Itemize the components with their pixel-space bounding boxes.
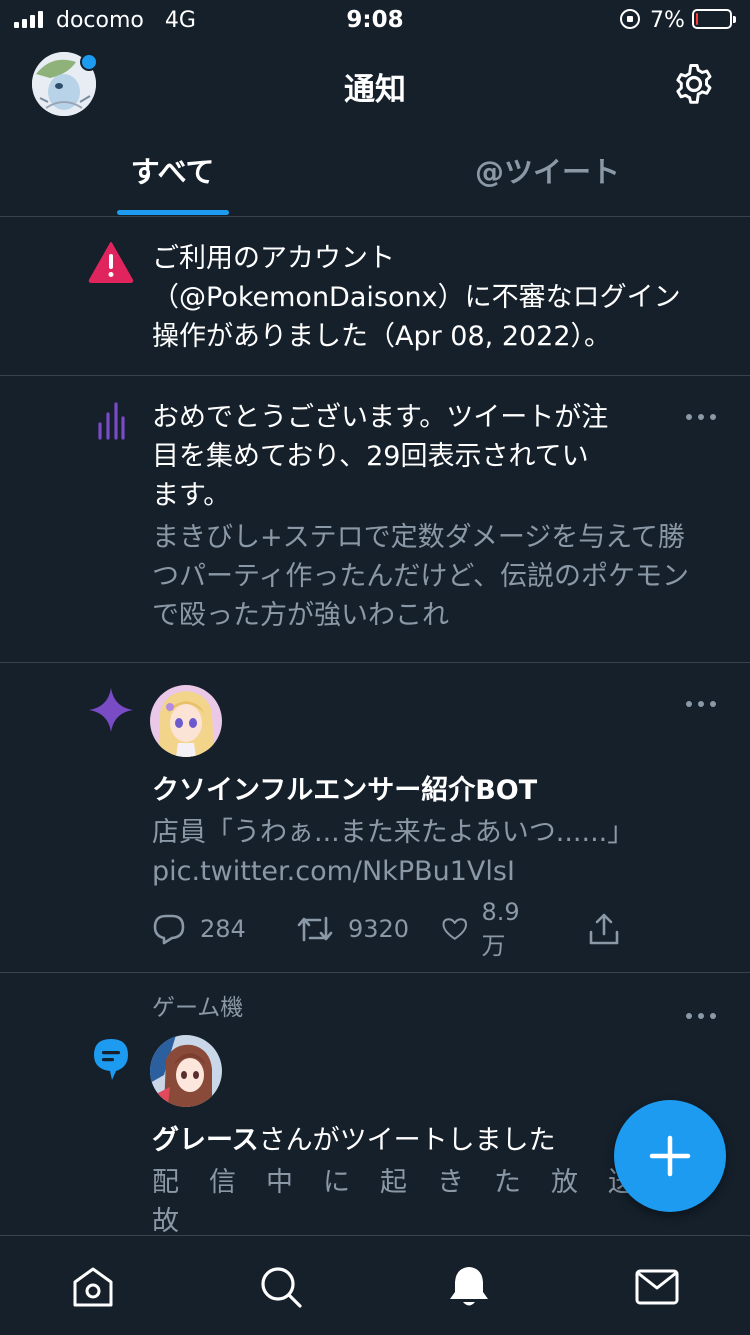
text-line: 操作がありました（Apr 08, 2022）。	[152, 321, 612, 352]
notification-recommended-tweet[interactable]: クソインフルエンサー紹介BOT 店員「うわぁ...また来たよあいつ......」…	[0, 663, 750, 973]
notification-tabs: すべて @ツイート	[0, 128, 750, 217]
tab-all[interactable]: すべて	[0, 128, 345, 216]
more-options-button[interactable]	[684, 1011, 718, 1021]
bell-icon[interactable]	[446, 1264, 492, 1310]
heart-icon	[442, 918, 467, 940]
analytics-icon	[98, 402, 125, 440]
text-line: まきびし+ステロで定数ダメージを与えて勝	[152, 522, 685, 553]
notification-title: グレースさんがツイートしました	[152, 1121, 556, 1160]
search-icon[interactable]	[258, 1264, 304, 1310]
share-icon	[589, 913, 619, 945]
like-count: 8.9万	[481, 897, 520, 960]
tweet-link[interactable]: pic.twitter.com/NkPBu1VlsI	[152, 852, 634, 891]
battery-percent: 7%	[650, 8, 685, 33]
compose-button[interactable]	[614, 1100, 726, 1212]
page-title: 通知	[344, 72, 406, 108]
gear-icon[interactable]	[670, 60, 718, 108]
notification-analytics[interactable]: おめでとうございます。ツイートが注 目を集めており、29回表示されてい ます。 …	[0, 376, 750, 663]
status-bar: docomo 4G 9:08 7%	[0, 0, 750, 42]
top-header: 通知	[0, 42, 750, 128]
tweet-preview: まきびし+ステロで定数ダメージを与えて勝 つパーティ作ったんだけど、伝説のポケモ…	[152, 518, 689, 635]
action-text: さんがツイートしました	[258, 1125, 556, 1156]
like-button[interactable]: 8.9万	[442, 898, 528, 960]
notification-text: おめでとうございます。ツイートが注 目を集めており、29回表示されてい ます。	[152, 398, 608, 515]
text-line: （@PokemonDaisonx）に不審なログイン	[152, 282, 681, 313]
account-name[interactable]: クソインフルエンサー紹介BOT	[152, 771, 537, 810]
bottom-nav	[0, 1235, 750, 1335]
tab-mentions[interactable]: @ツイート	[375, 128, 720, 216]
share-button[interactable]	[588, 909, 620, 949]
battery-fill	[696, 13, 698, 25]
topic-label: ゲーム機	[152, 995, 244, 1021]
text-line: ご利用のアカウント	[152, 243, 395, 274]
avatar[interactable]	[150, 685, 222, 757]
mail-icon[interactable]	[634, 1264, 680, 1310]
reply-button[interactable]: 284	[152, 909, 246, 949]
more-options-button[interactable]	[684, 412, 718, 422]
text-line: 店員「うわぁ...また来たよあいつ......」	[152, 817, 635, 848]
tweet-bubble-icon	[94, 1039, 128, 1080]
text-line: で殴った方が強いわこれ	[152, 600, 449, 631]
text-line: つパーティ作ったんだけど、伝説のポケモン	[152, 561, 690, 592]
avatar[interactable]	[150, 1035, 222, 1107]
reply-count: 284	[200, 915, 246, 943]
tweet-preview: 店員「うわぁ...また来たよあいつ......」 pic.twitter.com…	[152, 813, 634, 891]
reply-icon	[153, 914, 185, 945]
retweet-icon	[297, 916, 333, 942]
user-name[interactable]: グレース	[152, 1125, 259, 1156]
active-tab-indicator	[117, 210, 229, 215]
rotation-lock-icon	[620, 9, 640, 29]
notification-security-alert[interactable]: ご利用のアカウント （@PokemonDaisonx）に不審なログイン 操作があ…	[0, 217, 750, 376]
retweet-count: 9320	[348, 915, 410, 943]
sparkle-icon	[89, 688, 133, 732]
text-line: おめでとうございます。ツイートが注	[152, 402, 609, 433]
text-line: ます。	[152, 480, 231, 511]
battery-icon	[692, 9, 736, 29]
more-options-button[interactable]	[684, 699, 718, 709]
home-icon[interactable]	[70, 1264, 116, 1310]
retweet-button[interactable]: 9320	[296, 909, 409, 949]
alert-icon	[88, 242, 134, 283]
notification-text: ご利用のアカウント （@PokemonDaisonx）に不審なログイン 操作があ…	[152, 239, 681, 356]
text-line: 目を集めており、29回表示されてい	[152, 441, 589, 472]
plus-icon	[649, 1135, 691, 1177]
